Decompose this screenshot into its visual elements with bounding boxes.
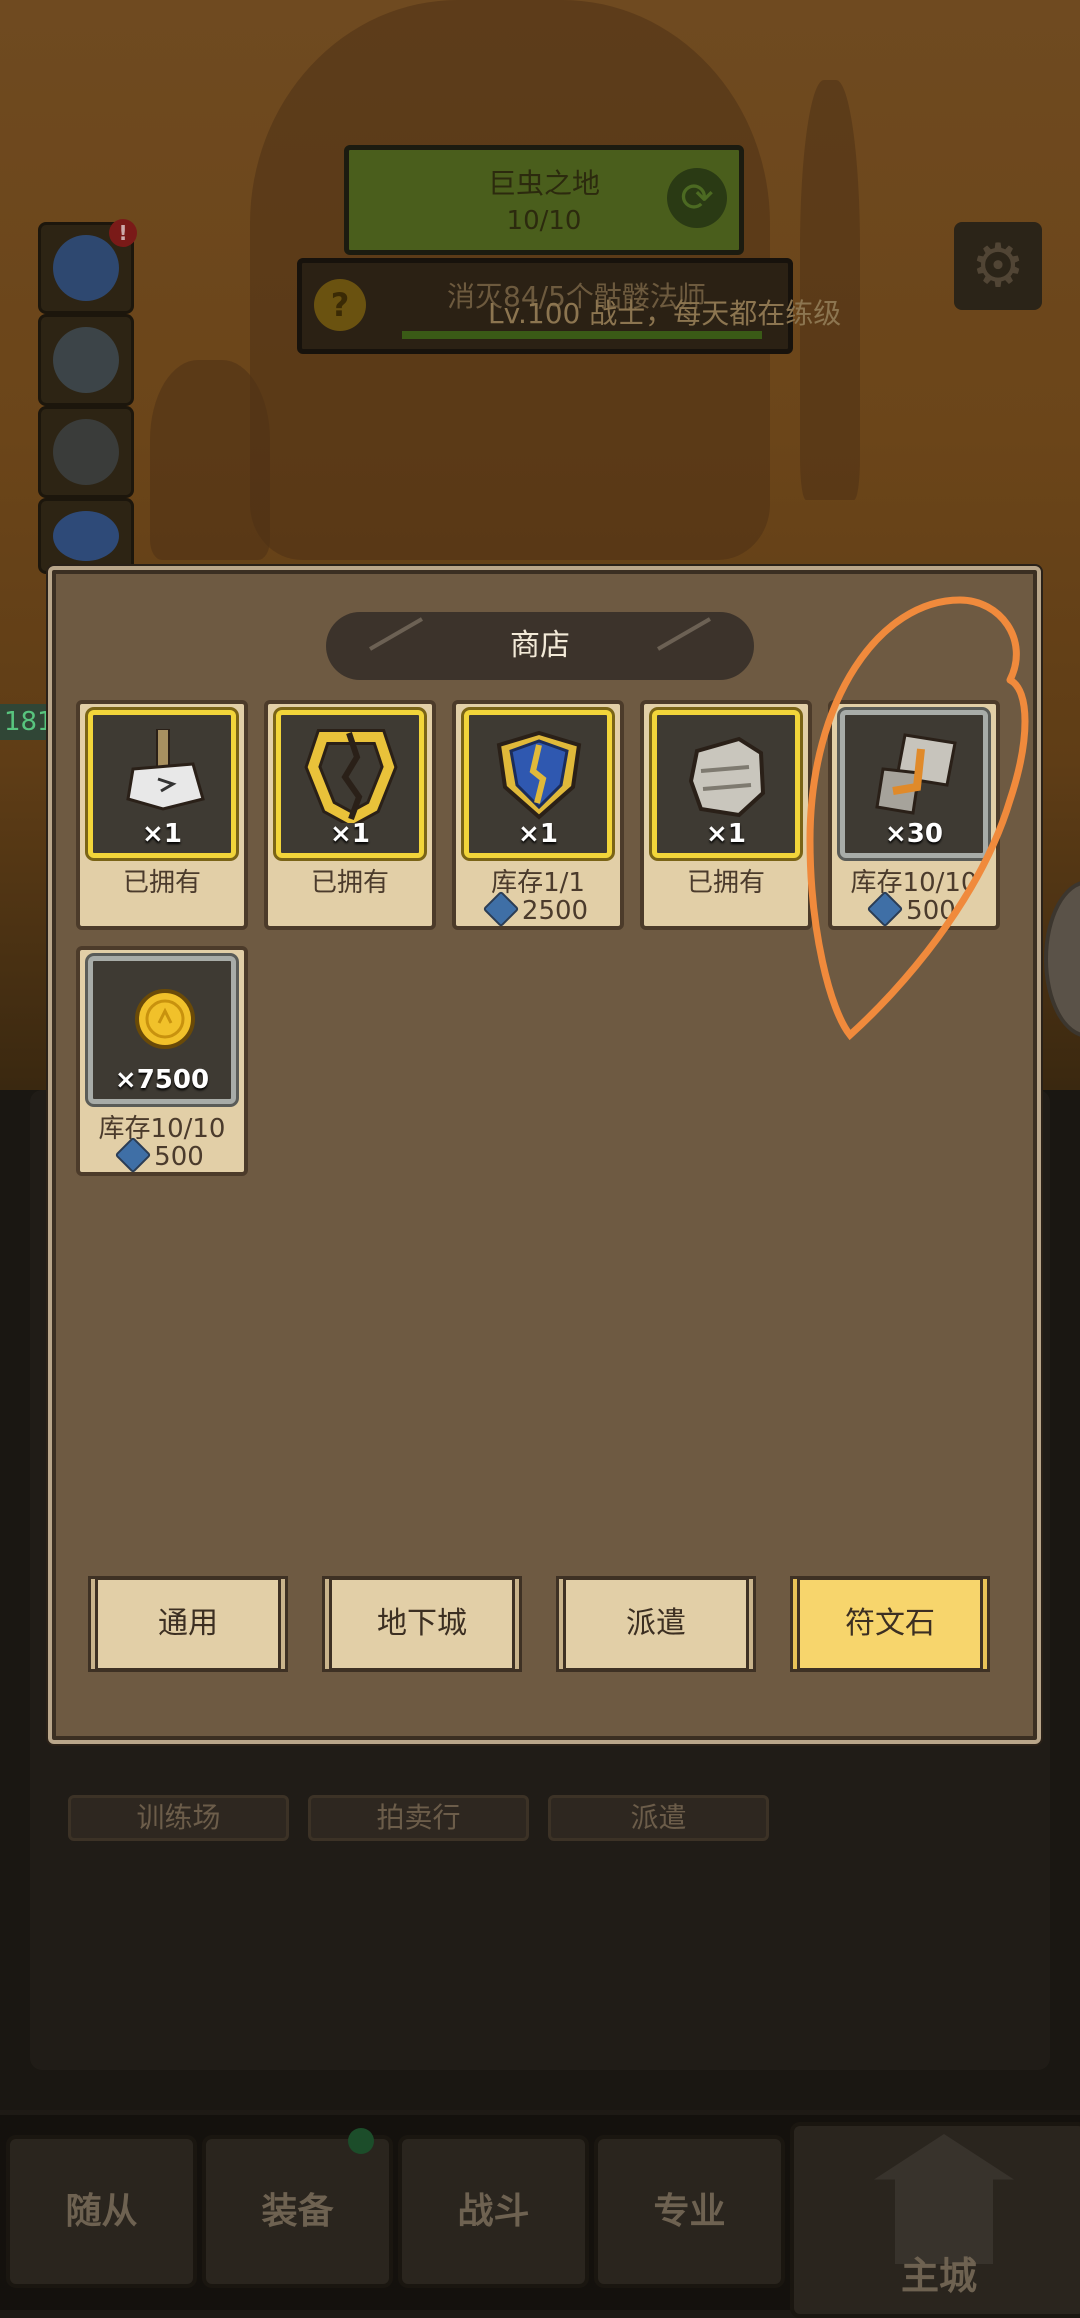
building-auction[interactable]: 拍卖行: [308, 1795, 529, 1841]
player-status-text: Lv.100 战士，每天都在练级: [488, 297, 842, 330]
item-price: 2500: [456, 890, 620, 928]
building-dispatch[interactable]: 派遣: [548, 1795, 769, 1841]
side-button-rock[interactable]: [38, 314, 134, 406]
rune-stone-icon: [875, 733, 957, 815]
item-qty: ×1: [142, 819, 182, 849]
shop-item-stone-fist[interactable]: ×1 已拥有: [640, 700, 812, 930]
axe-icon: [126, 729, 205, 811]
item-price: 500: [80, 1136, 244, 1174]
shop-item-rune-stone[interactable]: ×30 库存10/10 500: [828, 700, 1000, 930]
tab-dungeon[interactable]: 地下城: [322, 1576, 522, 1672]
item-frame: ×1: [652, 710, 800, 858]
left-counter: 181: [0, 704, 54, 740]
nav-main-city[interactable]: 主城: [790, 2122, 1080, 2318]
item-frame: ×30: [840, 710, 988, 858]
blue-shield-icon: [496, 730, 582, 820]
item-price-value: 500: [154, 1142, 204, 1172]
gold-coin-icon: [135, 989, 195, 1049]
shop-item-gold-coin[interactable]: ×7500 库存10/10 500: [76, 946, 248, 1176]
helmet-icon: [53, 419, 119, 485]
shop-item-blue-shield[interactable]: ×1 库存1/1 2500: [452, 700, 624, 930]
item-frame: ×1: [464, 710, 612, 858]
item-qty: ×1: [706, 819, 746, 849]
item-price: 500: [832, 890, 996, 928]
item-status: 库存1/1: [491, 868, 585, 898]
side-button-house[interactable]: [38, 498, 134, 574]
notification-dot: [348, 2128, 374, 2154]
nav-equipment[interactable]: 装备: [202, 2135, 393, 2288]
shop-title: 商店: [326, 612, 754, 680]
gem-icon: [114, 1136, 152, 1174]
item-qty: ×30: [885, 819, 943, 849]
nav-battle[interactable]: 战斗: [398, 2135, 589, 2288]
nav-main-city-label: 主城: [900, 2254, 977, 2298]
side-button-helmet[interactable]: [38, 406, 134, 498]
question-icon[interactable]: ?: [314, 279, 366, 331]
item-status: 已拥有: [122, 868, 201, 898]
cracked-shield-icon: [304, 729, 398, 823]
item-status: 库存10/10: [850, 868, 978, 898]
item-qty: ×1: [518, 819, 558, 849]
shop-item-cracked-shield[interactable]: ×1 已拥有: [264, 700, 436, 930]
shop-item-axe[interactable]: ×1 已拥有: [76, 700, 248, 930]
alert-badge: !: [109, 219, 137, 247]
gem-icon: [482, 890, 520, 928]
item-status: 库存10/10: [98, 1114, 226, 1144]
zone-banner[interactable]: 巨虫之地 10/10 ⟳: [344, 145, 744, 255]
rock-icon: [53, 327, 119, 393]
gear-icon[interactable]: ⚙: [954, 222, 1042, 310]
item-price-value: 2500: [521, 896, 589, 926]
refresh-icon[interactable]: ⟳: [667, 168, 727, 228]
item-status: 已拥有: [310, 868, 389, 898]
item-frame: ×7500: [88, 956, 236, 1104]
item-qty: ×7500: [114, 1065, 210, 1095]
item-qty: ×1: [330, 819, 370, 849]
item-price-value: 500: [906, 896, 956, 926]
house-icon: [53, 511, 119, 561]
stone-fist-icon: [688, 736, 766, 818]
gem-icon: [866, 890, 904, 928]
tab-rune-stone[interactable]: 符文石: [790, 1576, 990, 1672]
quest-progress-fill: [402, 331, 762, 339]
item-frame: ×1: [276, 710, 424, 858]
star-icon: [53, 235, 119, 301]
nav-followers[interactable]: 随从: [6, 2135, 197, 2288]
side-button-star[interactable]: !: [38, 219, 137, 314]
item-status: 已拥有: [686, 868, 765, 898]
building-training[interactable]: 训练场: [68, 1795, 289, 1841]
tab-dispatch[interactable]: 派遣: [556, 1576, 756, 1672]
nav-profession[interactable]: 专业: [594, 2135, 785, 2288]
tab-general[interactable]: 通用: [88, 1576, 288, 1672]
item-frame: ×1: [88, 710, 236, 858]
